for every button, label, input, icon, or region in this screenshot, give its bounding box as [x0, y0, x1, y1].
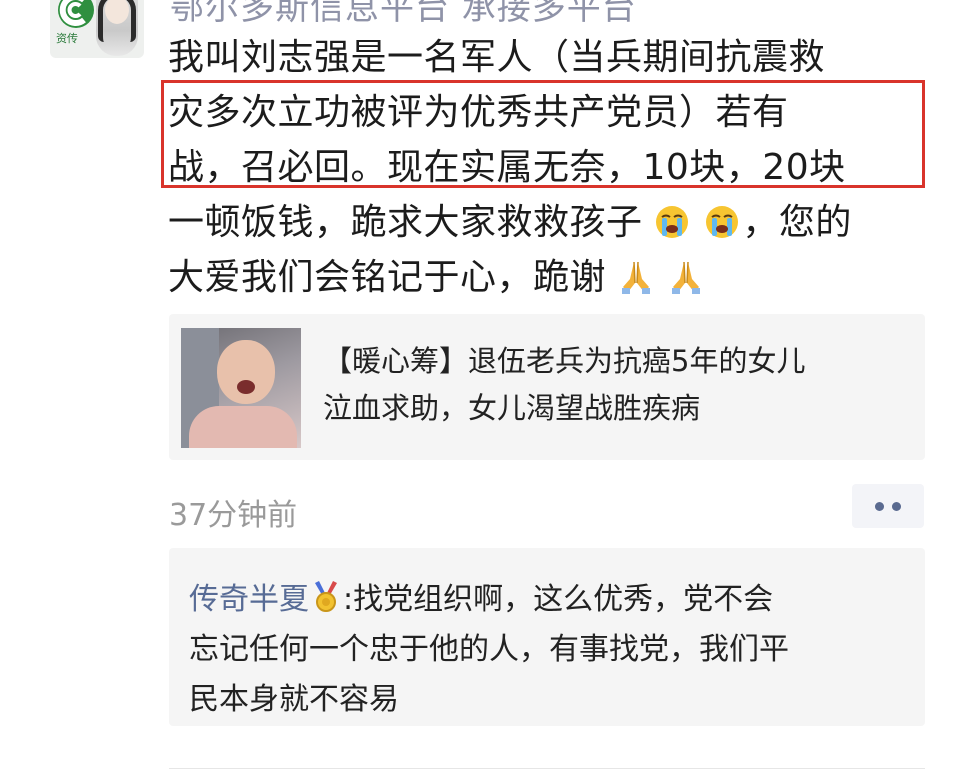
post-line-5-text: 大爱我们会铭记于心，跪谢 [168, 257, 607, 298]
author-name[interactable]: 鄂尔多斯信息平台 承接多平台 [170, 0, 637, 29]
folded-hands-icon [671, 261, 700, 294]
avatar-portrait [96, 0, 138, 56]
post-line-4: 一顿饭钱，跪求大家救救孩子 ，您的 [168, 195, 928, 250]
thumb-face [217, 340, 275, 404]
comment-line-2: 忘记任何一个忠于他的人，有事找党，我们平 [189, 632, 789, 667]
folded-hands-icon [621, 261, 650, 294]
comment-line-1: 传奇半夏 :找党组织啊，这么优秀，党不会 [189, 575, 909, 625]
loudly-crying-face-icon [656, 206, 689, 238]
avatar-caption: 资传 [56, 32, 78, 45]
post-line-5: 大爱我们会铭记于心，跪谢 [168, 250, 928, 305]
post-line-1: 我叫刘志强是一名军人（当兵期间抗震救 [168, 37, 826, 78]
post-timestamp: 37分钟前 [169, 498, 298, 533]
shared-link-card[interactable]: 【暖心筹】退伍老兵为抗癌5年的女儿 泣血求助，女儿渴望战胜疾病 [169, 314, 925, 460]
medal-icon [315, 581, 337, 612]
comment-item: 传奇半夏 :找党组织啊，这么优秀，党不会 忘记任何一个忠于他的人，有事找党，我们… [189, 575, 909, 725]
post-line-4-suffix: ，您的 [742, 202, 852, 243]
shared-link-title-line1: 【暖心筹】退伍老兵为抗癌5年的女儿 [323, 344, 806, 378]
comment-separator: : [343, 582, 354, 617]
post-line-4-text: 一顿饭钱，跪求大家救救孩子 [168, 202, 643, 243]
shared-link-title: 【暖心筹】退伍老兵为抗癌5年的女儿 泣血求助，女儿渴望战胜疾病 [323, 338, 903, 432]
author-avatar[interactable]: 资传 [50, 0, 144, 58]
thumb-shirt [189, 406, 297, 448]
comment-author[interactable]: 传奇半夏 [189, 582, 309, 617]
more-dots-icon [875, 501, 884, 511]
more-actions-button[interactable] [852, 484, 924, 528]
comments-section: 传奇半夏 :找党组织啊，这么优秀，党不会 忘记任何一个忠于他的人，有事找党，我们… [169, 548, 925, 726]
shared-link-title-line2: 泣血求助，女儿渴望战胜疾病 [323, 391, 701, 425]
comment-line-3: 民本身就不容易 [189, 682, 399, 717]
shared-link-thumbnail [181, 328, 301, 448]
red-highlight-box [161, 80, 925, 188]
comment-text-line1: 找党组织啊，这么优秀，党不会 [353, 582, 774, 617]
loudly-crying-face-icon [706, 206, 739, 238]
divider [169, 768, 925, 769]
thumb-mouth [237, 380, 255, 394]
more-dots-icon [892, 501, 901, 511]
